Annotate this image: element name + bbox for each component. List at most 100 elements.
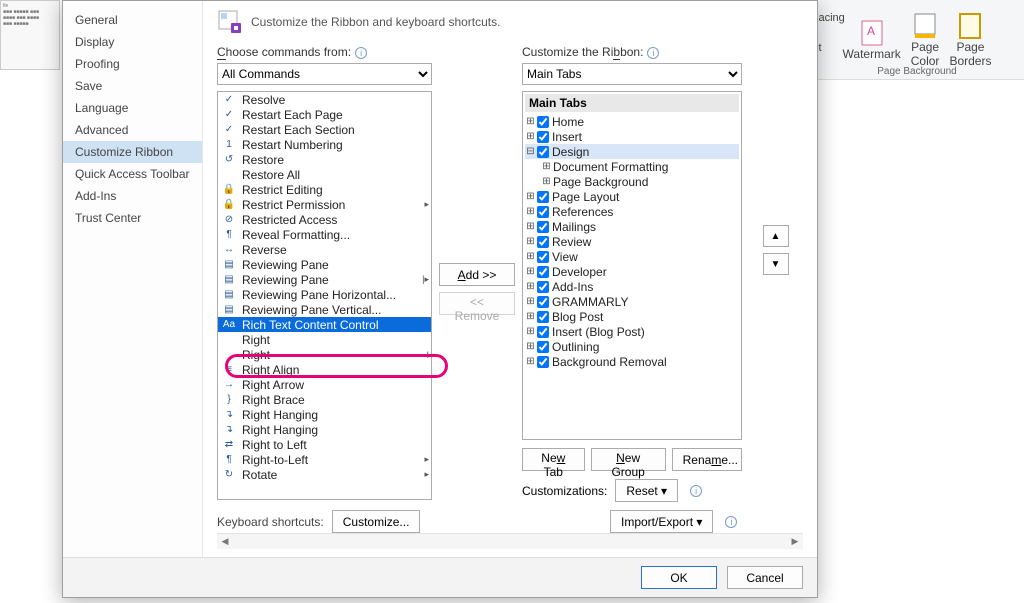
category-item[interactable]: General (63, 9, 202, 31)
command-item[interactable]: ↻Rotate▸ (218, 467, 431, 482)
command-item[interactable]: ¶Right-to-Left▸ (218, 452, 431, 467)
command-item[interactable]: Restore All (218, 167, 431, 182)
tree-item[interactable]: ⊞Page Background (525, 174, 739, 189)
help-icon[interactable]: i (690, 485, 702, 497)
tree-twisty[interactable]: ⊞ (525, 116, 536, 127)
tree-twisty[interactable]: ⊞ (525, 206, 536, 217)
move-down-button[interactable]: ▼ (763, 253, 789, 275)
new-group-button[interactable]: New Group (591, 448, 666, 471)
tree-item[interactable]: ⊟Design (525, 144, 739, 159)
tree-twisty[interactable]: ⊞ (525, 326, 536, 337)
tree-item[interactable]: ⊞Insert (Blog Post) (525, 324, 739, 339)
command-item[interactable]: ↴Right Hanging (218, 407, 431, 422)
command-item[interactable]: ▤Reviewing Pane|▸ (218, 272, 431, 287)
reset-button[interactable]: Reset ▾ (615, 479, 678, 502)
horizontal-scrollbar[interactable]: ◀ ▶ (217, 533, 803, 549)
tree-checkbox[interactable] (537, 326, 549, 338)
tree-checkbox[interactable] (537, 356, 549, 368)
tree-item[interactable]: ⊞Developer (525, 264, 739, 279)
tree-item[interactable]: ⊞View (525, 249, 739, 264)
tree-item[interactable]: ⊞Insert (525, 129, 739, 144)
tree-twisty[interactable]: ⊞ (525, 131, 536, 142)
category-item[interactable]: Save (63, 75, 202, 97)
command-item[interactable]: 🔒Restrict Editing (218, 182, 431, 197)
command-item[interactable]: ⇄Right to Left (218, 437, 431, 452)
import-export-button[interactable]: Import/Export ▾ (610, 510, 713, 533)
tree-checkbox[interactable] (537, 116, 549, 128)
ok-button[interactable]: OK (641, 566, 717, 589)
category-item[interactable]: Language (63, 97, 202, 119)
tree-twisty[interactable]: ⊞ (525, 221, 536, 232)
command-item[interactable]: ¶Reveal Formatting... (218, 227, 431, 242)
tree-item[interactable]: ⊞References (525, 204, 739, 219)
tree-checkbox[interactable] (537, 266, 549, 278)
tree-checkbox[interactable] (537, 191, 549, 203)
tree-twisty[interactable]: ⊞ (525, 266, 536, 277)
command-item[interactable]: RightI (218, 347, 431, 362)
help-icon[interactable]: i (355, 47, 367, 59)
new-tab-button[interactable]: New Tab (522, 448, 585, 471)
tree-item[interactable]: ⊞Background Removal (525, 354, 739, 369)
commands-listbox[interactable]: ✓Resolve✓Restart Each Page✓Restart Each … (217, 91, 432, 500)
tree-checkbox[interactable] (537, 146, 549, 158)
help-icon[interactable]: i (725, 516, 737, 528)
command-item[interactable]: ▤Reviewing Pane (218, 257, 431, 272)
tree-twisty[interactable]: ⊞ (525, 296, 536, 307)
scroll-left-button[interactable]: ◀ (217, 534, 233, 549)
watermark-button[interactable]: A Watermark (839, 17, 905, 63)
tree-item[interactable]: ⊞Outlining (525, 339, 739, 354)
tree-item[interactable]: ⊞Home (525, 114, 739, 129)
command-item[interactable]: ▤Reviewing Pane Vertical... (218, 302, 431, 317)
command-item[interactable]: 🔒Restrict Permission▸ (218, 197, 431, 212)
category-item[interactable]: Proofing (63, 53, 202, 75)
command-item[interactable]: 1Restart Numbering (218, 137, 431, 152)
command-item[interactable]: ⊘Restricted Access (218, 212, 431, 227)
customize-shortcuts-button[interactable]: Customize... (332, 510, 421, 533)
tree-item[interactable]: ⊞Mailings (525, 219, 739, 234)
rename-button[interactable]: Rename... (672, 448, 742, 471)
command-item[interactable]: ✓Restart Each Page (218, 107, 431, 122)
add-button[interactable]: Add >> (439, 263, 515, 286)
command-item[interactable]: ✓Restart Each Section (218, 122, 431, 137)
tree-twisty[interactable]: ⊞ (525, 311, 536, 322)
cancel-button[interactable]: Cancel (727, 566, 803, 589)
tree-checkbox[interactable] (537, 251, 549, 263)
tree-twisty[interactable]: ⊞ (525, 341, 536, 352)
tree-checkbox[interactable] (537, 131, 549, 143)
tree-checkbox[interactable] (537, 281, 549, 293)
tree-checkbox[interactable] (537, 221, 549, 233)
tree-twisty[interactable]: ⊞ (525, 191, 536, 202)
command-item[interactable]: ▤Reviewing Pane Horizontal... (218, 287, 431, 302)
tree-twisty[interactable]: ⊞ (525, 356, 536, 367)
ribbon-tree[interactable]: Main Tabs⊞Home⊞Insert⊟Design⊞Document Fo… (522, 91, 742, 440)
command-item[interactable]: Right (218, 332, 431, 347)
tree-twisty[interactable]: ⊞ (525, 251, 536, 262)
command-item[interactable]: }Right Brace (218, 392, 431, 407)
tree-checkbox[interactable] (537, 296, 549, 308)
tree-item[interactable]: ⊞Page Layout (525, 189, 739, 204)
tree-twisty[interactable]: ⊟ (525, 146, 536, 157)
tree-twisty[interactable]: ⊞ (525, 281, 536, 292)
scroll-right-button[interactable]: ▶ (787, 534, 803, 549)
command-item[interactable]: ↴Right Hanging (218, 422, 431, 437)
tree-checkbox[interactable] (537, 341, 549, 353)
tree-checkbox[interactable] (537, 236, 549, 248)
tree-twisty[interactable]: ⊞ (541, 176, 552, 187)
category-item[interactable]: Quick Access Toolbar (63, 163, 202, 185)
tree-item[interactable]: ⊞Blog Post (525, 309, 739, 324)
tree-checkbox[interactable] (537, 206, 549, 218)
page-color-button[interactable]: Page Color (907, 10, 944, 70)
command-item[interactable]: ✓Resolve (218, 92, 431, 107)
customize-ribbon-combo[interactable]: Main Tabs (522, 63, 742, 85)
tree-checkbox[interactable] (537, 311, 549, 323)
category-item[interactable]: Add-Ins (63, 185, 202, 207)
tree-twisty[interactable]: ⊞ (541, 161, 552, 172)
category-item[interactable]: Customize Ribbon (63, 141, 202, 163)
tree-item[interactable]: ⊞Document Formatting (525, 159, 739, 174)
move-up-button[interactable]: ▲ (763, 225, 789, 247)
tree-item[interactable]: ⊞Add-Ins (525, 279, 739, 294)
command-item[interactable]: →Right Arrow (218, 377, 431, 392)
category-item[interactable]: Trust Center (63, 207, 202, 229)
tree-item[interactable]: ⊞Review (525, 234, 739, 249)
help-icon[interactable]: i (647, 47, 659, 59)
